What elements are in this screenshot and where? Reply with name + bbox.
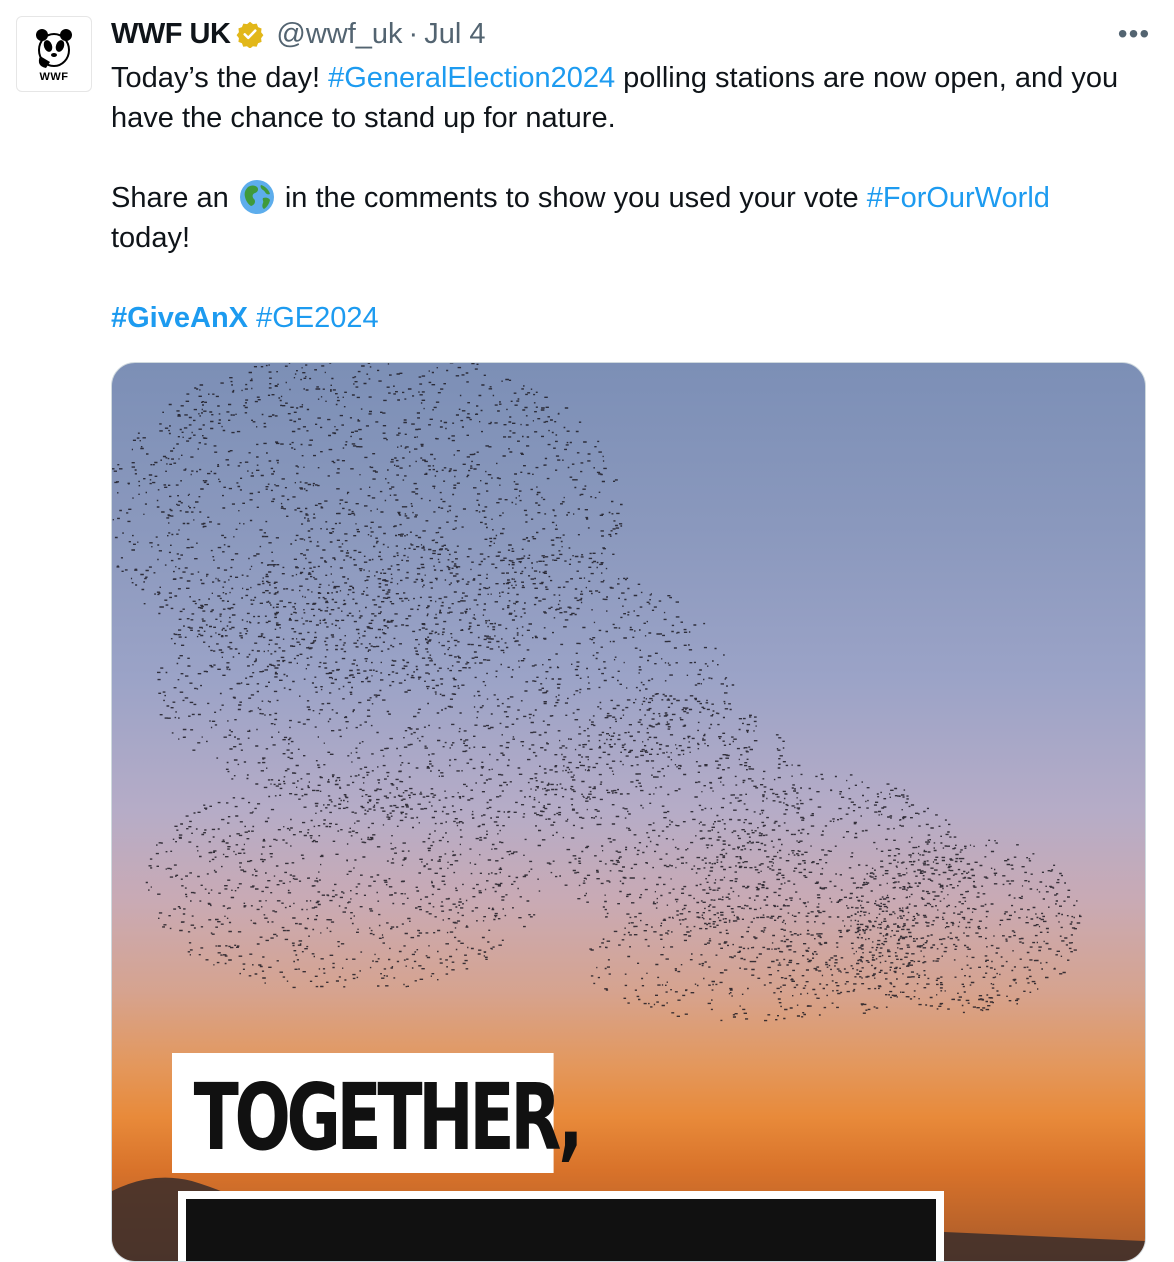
wwf-avatar[interactable]: WWF bbox=[16, 16, 92, 92]
tweet-date[interactable]: Jul 4 bbox=[424, 18, 485, 51]
author-handle[interactable]: @wwf_uk bbox=[276, 18, 402, 51]
tweet-media-image[interactable]: TOGETHER, bbox=[111, 362, 1146, 1262]
more-options-icon[interactable]: ••• bbox=[1114, 14, 1154, 54]
tweet-paragraph-3: #GiveAnX #GE2024 bbox=[111, 298, 1151, 338]
text-segment: Today’s the day! bbox=[111, 62, 329, 94]
hashtag-for-our-world[interactable]: #ForOurWorld bbox=[867, 182, 1050, 214]
text-segment: Share an bbox=[111, 182, 237, 214]
caption-box-second-line bbox=[178, 1191, 944, 1261]
tweet-header: WWF UK @wwf_uk · Jul 4 ••• bbox=[111, 14, 1154, 54]
caption-box-together: TOGETHER, bbox=[172, 1053, 583, 1173]
panda-logo-icon bbox=[36, 28, 72, 68]
hashtag-give-an-x[interactable]: #GiveAnX bbox=[111, 302, 248, 334]
globe-icon bbox=[239, 180, 274, 214]
tweet-paragraph-1: Today’s the day! #GeneralElection2024 po… bbox=[111, 58, 1151, 138]
bird-flock bbox=[112, 363, 1082, 1022]
tweet-paragraph-2: Share an in the comments to show you use… bbox=[111, 178, 1151, 258]
header-separator: · bbox=[408, 17, 419, 50]
hashtag-general-election[interactable]: #GeneralElection2024 bbox=[328, 62, 615, 94]
tweet-text: Today’s the day! #GeneralElection2024 po… bbox=[111, 58, 1151, 338]
author-name[interactable]: WWF UK bbox=[111, 18, 231, 51]
wwf-logo-text: WWF bbox=[39, 70, 69, 83]
verified-badge-icon bbox=[236, 21, 264, 48]
text-segment: today! bbox=[111, 222, 190, 254]
text-segment: in the comments to show you used your vo… bbox=[276, 182, 867, 214]
hashtag-ge2024[interactable]: #GE2024 bbox=[256, 302, 379, 334]
